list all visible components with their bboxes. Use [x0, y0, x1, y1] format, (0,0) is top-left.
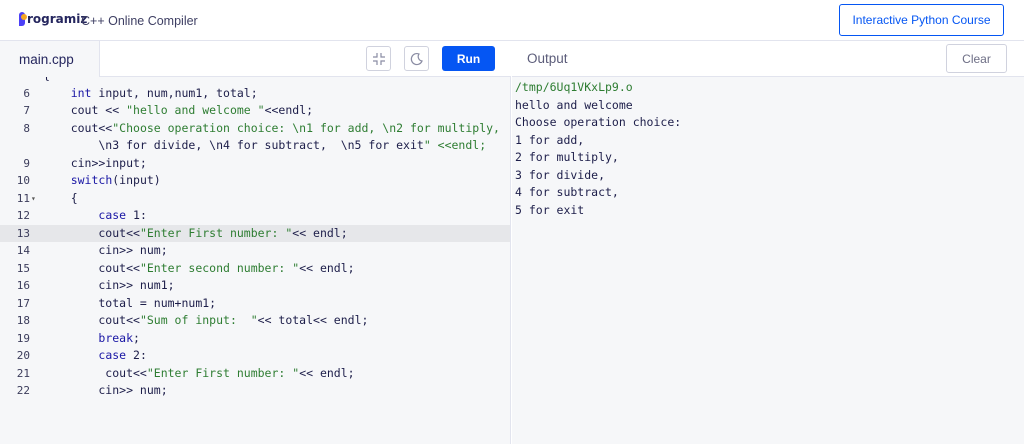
collapse-icon	[373, 53, 385, 65]
line-number: 11	[16, 191, 30, 205]
line-number: 6	[23, 86, 30, 100]
code-line[interactable]: 19 break;	[0, 330, 510, 348]
code-text: cin>>input;	[43, 155, 147, 170]
fold-arrow-icon[interactable]: ▾	[31, 190, 36, 208]
line-number: 15	[16, 261, 30, 275]
interactive-python-course-button[interactable]: Interactive Python Course	[839, 4, 1004, 36]
app-title: C++ Online Compiler	[81, 14, 198, 28]
output-line: 5 for exit	[515, 202, 585, 217]
code-text: total = num+num1;	[43, 295, 217, 310]
line-number: 13	[16, 226, 30, 240]
code-line[interactable]: 8 cout<<"Choose operation choice: \n1 fo…	[0, 120, 510, 138]
code-line[interactable]: 16 cin>> num1;	[0, 277, 510, 295]
programiz-logo-icon	[19, 12, 27, 26]
code-line[interactable]: 14 cin>> num;	[0, 242, 510, 260]
line-number: 7	[23, 104, 30, 117]
code-text: switch(input)	[70, 173, 161, 187]
programiz-logo[interactable]: rogramiz	[19, 12, 87, 26]
code-text: cout<<"Enter second number: "<< endl;	[43, 260, 355, 275]
line-number: 18	[16, 314, 30, 327]
code-line[interactable]: 12 case 1:	[0, 207, 510, 225]
code-line[interactable]: 22 cin>> num;	[0, 382, 510, 400]
run-button[interactable]: Run	[442, 46, 495, 71]
code-text: cin>> num1;	[43, 278, 175, 292]
code-line[interactable]: 17 total = num+num1;	[0, 295, 510, 313]
code-line[interactable]: 9 cin>>input;	[0, 155, 510, 173]
code-text: cin>> num;	[43, 243, 168, 257]
code-text: cout<<"Choose operation choice: \n1 for …	[43, 120, 500, 135]
line-number: 20	[16, 349, 30, 362]
code-text: case 2:	[98, 348, 147, 362]
code-line[interactable]: 15 cout<<"Enter second number: "<< endl;	[0, 260, 510, 278]
file-tab-main-cpp[interactable]: main.cpp	[0, 41, 100, 77]
output-path: /tmp/6Uq1VKxLp9.o	[515, 80, 633, 94]
code-line[interactable]: 10 switch(input)	[0, 172, 510, 190]
code-text: {	[43, 190, 78, 205]
output-line: 2 for multiply,	[515, 150, 619, 164]
line-number: 21	[16, 366, 30, 380]
output-line: 1 for add,	[515, 132, 585, 147]
output-line: 3 for divide,	[515, 167, 606, 182]
line-number: 19	[16, 331, 30, 345]
code-text: cout<<"Enter First number: "<< endl;	[43, 365, 355, 380]
output-title: Output	[527, 51, 568, 66]
code-text: cin>> num;	[43, 383, 168, 397]
output-line: 4 for subtract,	[515, 185, 619, 199]
line-number: 14	[16, 244, 30, 257]
output-toolbar: Output Clear	[512, 41, 1024, 77]
logo-text: rogramiz	[27, 12, 88, 26]
code-line[interactable]: \n3 for divide, \n4 for subtract, \n5 fo…	[0, 137, 510, 155]
code-line[interactable]: 13 cout<<"Enter First number: "<< endl;	[0, 224, 510, 242]
code-text: int input, num,num1, total;	[70, 85, 258, 100]
code-line[interactable]: 18 cout<<"Sum of input: "<< total<< endl…	[0, 312, 510, 330]
top-bar: rogramiz C++ Online Compiler Interactive…	[0, 0, 1024, 41]
clear-button[interactable]: Clear	[946, 44, 1007, 73]
output-line: Choose operation choice:	[515, 115, 682, 129]
output-line: hello and welcome	[515, 97, 633, 112]
line-number: 12	[16, 209, 30, 222]
code-text: case 1:	[98, 208, 147, 222]
collapse-button[interactable]	[366, 46, 391, 71]
editor-toolbar: main.cpp Run	[0, 41, 511, 77]
code-line[interactable]: 6 int input, num,num1, total;	[0, 85, 510, 103]
code-text: cout<<"Enter First number: "<< endl;	[43, 225, 348, 240]
line-number: 10	[16, 174, 30, 187]
code-line[interactable]: 21 cout<<"Enter First number: "<< endl;	[0, 365, 510, 383]
code-text: break;	[98, 330, 140, 345]
code-text: cout<<"Sum of input: "<< total<< endl;	[43, 313, 369, 327]
code-line[interactable]: 7 cout << "hello and welcome "<<endl;	[0, 102, 510, 120]
line-number: 22	[16, 384, 30, 397]
theme-toggle-button[interactable]	[404, 46, 429, 71]
code-editor[interactable]: {6 int input, num,num1, total;7 cout << …	[0, 77, 511, 444]
line-number: 17	[16, 296, 30, 310]
code-text: cout << "hello and welcome "<<endl;	[43, 103, 314, 117]
output-console[interactable]: /tmp/6Uq1VKxLp9.o hello and welcome Choose…	[512, 77, 1024, 444]
line-number: 9	[23, 156, 30, 170]
code-line[interactable]: {	[0, 77, 510, 85]
line-number: 8	[23, 121, 30, 135]
code-line[interactable]: 20 case 2:	[0, 347, 510, 365]
code-line[interactable]: 11 ▾ {	[0, 190, 510, 208]
code-text: \n3 for divide, \n4 for subtract, \n5 fo…	[43, 138, 487, 152]
code-text: {	[43, 77, 50, 85]
line-number: 16	[16, 279, 30, 292]
moon-icon	[410, 52, 423, 66]
